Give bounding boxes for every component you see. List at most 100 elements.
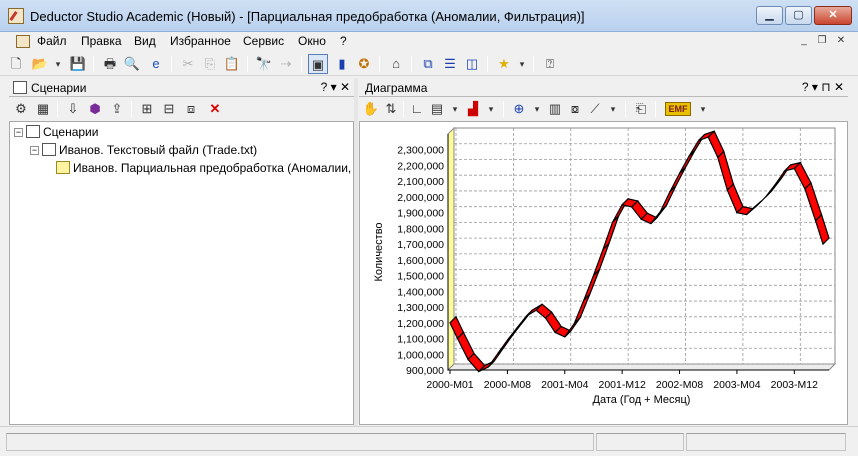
x-tick-label: 2000-M01 [426,379,473,391]
tree-expander[interactable]: − [30,146,39,155]
series-icon[interactable]: ▥ [545,99,565,119]
copy-icon[interactable]: ⎘ [200,54,220,74]
minimize-button[interactable]: ▁ [756,6,783,25]
menu-window[interactable]: Окно [298,34,326,48]
mdi-restore-button[interactable]: ❐ [814,34,830,48]
favorites-dropdown-icon[interactable]: ▾ [512,54,532,74]
toolbar-separator [57,101,58,117]
trend-icon[interactable]: ⟋ [585,99,605,119]
paste-icon[interactable]: 📋 [222,54,242,74]
axes-icon[interactable]: ∟ [407,99,427,119]
scenarios-panel-title: Сценарии [31,81,87,95]
line-chart: 900,000 1,000,000 1,100,000 1,200,000 1,300,… [373,126,837,406]
status-cell-main [6,433,594,451]
new-icon[interactable]: 🗋 [6,54,26,74]
toolbar-separator [247,56,248,72]
chart-area: 900,000 1,000,000 1,100,000 1,200,000 1,300,… [359,121,848,425]
menu-service[interactable]: Сервис [243,34,284,48]
configure-icon[interactable]: ▦ [33,99,53,119]
emf-export-button[interactable]: EMF [665,102,691,116]
x-tick-label: 2001-M04 [541,379,588,391]
find-next-icon[interactable]: ⇢ [276,54,296,74]
open-dropdown-icon[interactable]: ▾ [48,54,68,74]
menu-view[interactable]: Вид [134,34,156,48]
save-icon[interactable]: 💾 [68,54,88,74]
title-bar: Deductor Studio Academic (Новый) - [Парц… [0,0,858,32]
wizard-icon[interactable]: ✪ [354,54,374,74]
menu-favorites[interactable]: Избранное [170,34,231,48]
help-icon[interactable]: ⍰ [540,54,560,74]
legend-dropdown-icon[interactable]: ▾ [445,99,465,119]
pan-icon[interactable]: ✋ [361,99,381,119]
zoom-dropdown-icon[interactable]: ▾ [527,99,547,119]
chart-toolbar: ✋ ⇅ ∟ ▤ ▾ ▟ ▾ ⊕ ▾ ▥ ⧇ ⟋ ▾ ⎗ EMF ▾ [359,97,848,121]
x-tick-label: 2002-M08 [656,379,703,391]
window-cascade-icon[interactable]: ⧉ [418,54,438,74]
y-tick-label: 1,800,000 [397,223,444,235]
tree-node-label: Сценарии [43,125,99,139]
find-icon[interactable]: 🔭 [254,54,274,74]
cut-icon[interactable]: ✂ [178,54,198,74]
menu-file[interactable]: Файл [37,34,67,48]
emf-dropdown-icon[interactable]: ▾ [693,99,713,119]
chart-side-wall [447,126,455,372]
scenarios-panel-header: Сценарии ? ▾ ✕ [9,79,354,97]
trend-dropdown-icon[interactable]: ▾ [603,99,623,119]
chart-panel-title: Диаграмма [365,81,428,95]
sort-icon[interactable]: ⇅ [381,99,401,119]
y-axis-label: Количество [373,222,385,281]
y-tick-label: 1,100,000 [397,334,444,346]
tree-collapse-icon[interactable]: ⊟ [159,99,179,119]
menu-bar: Файл Правка Вид Избранное Сервис Окно ? [0,32,858,52]
chart-type-dropdown-icon[interactable]: ▾ [481,99,501,119]
tree-expander[interactable]: − [14,128,23,137]
y-tick-label: 900,000 [406,365,444,377]
preprocessing-icon [56,161,70,174]
scenarios-icon[interactable]: ▣ [308,54,328,74]
y-tick-label: 1,400,000 [397,286,444,298]
y-tick-label: 1,300,000 [397,302,444,314]
mdi-close-button[interactable]: ✕ [833,34,849,48]
tree-node-root[interactable]: Сценарии [26,124,98,140]
print-icon[interactable]: 🖶 [100,54,120,74]
tree-node-label: Иванов. Текстовый файл (Trade.txt) [59,143,258,157]
legend-icon[interactable]: ▤ [427,99,447,119]
toolbar-separator [131,101,132,117]
y-tick-label: 2,200,000 [397,160,444,172]
chart-type-icon[interactable]: ▟ [463,99,483,119]
internet-icon[interactable]: e [146,54,166,74]
copy-chart-icon[interactable]: ⎗ [631,99,651,119]
export-icon[interactable]: ⇪ [107,99,127,119]
maximize-button[interactable]: ▢ [785,6,812,25]
tree-expand-icon[interactable]: ⊞ [137,99,157,119]
y-tick-label: 2,300,000 [397,145,444,157]
mdi-minimize-button[interactable]: _ [796,34,812,48]
menu-help[interactable]: ? [340,34,347,48]
tree-node-text-file[interactable]: Иванов. Текстовый файл (Trade.txt) [42,142,257,158]
columns-icon[interactable]: ⧇ [565,99,585,119]
chart-grid [446,126,837,372]
close-button[interactable]: ✕ [814,6,852,25]
window-vertical-icon[interactable]: ◫ [462,54,482,74]
window-horizontal-icon[interactable]: ☰ [440,54,460,74]
menu-edit[interactable]: Правка [81,34,122,48]
status-bar [0,426,858,456]
toolbar-separator [503,101,504,117]
properties-icon[interactable]: ⚙ [11,99,31,119]
preview-icon[interactable]: 🔍 [122,54,142,74]
process-icon[interactable]: ⬢ [85,99,105,119]
document-icon [16,35,30,48]
import-icon[interactable]: ⇩ [63,99,83,119]
delete-icon[interactable]: ✕ [205,99,225,119]
x-axis-label: Дата (Год + Месяц) [593,394,691,406]
chart-panel-buttons[interactable]: ? ▾ ⊓ ✕ [802,80,844,94]
panel-splitter[interactable] [354,78,358,426]
favorites-icon[interactable]: ★ [494,54,514,74]
data-icon[interactable]: ▮ [332,54,352,74]
zoom-icon[interactable]: ⊕ [509,99,529,119]
scenarios-panel-buttons[interactable]: ? ▾ ✕ [321,80,350,94]
tree-node-preprocessing[interactable]: Иванов. Парциальная предобработка (Анома… [56,160,353,176]
tree-copy-icon[interactable]: ⧈ [181,99,201,119]
home-icon[interactable]: ⌂ [386,54,406,74]
open-icon[interactable]: 📂 [30,54,50,74]
